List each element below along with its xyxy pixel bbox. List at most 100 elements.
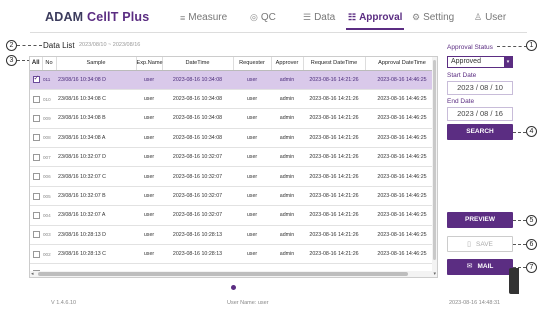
cell-requester: user bbox=[233, 166, 271, 187]
start-date-field[interactable]: 2023 / 08 / 10 bbox=[447, 81, 513, 95]
row-checkbox[interactable] bbox=[32, 250, 40, 258]
column-header-exp-name[interactable]: Exp.Name bbox=[136, 57, 163, 71]
tab-user[interactable]: ♙ User bbox=[474, 12, 506, 23]
tab-qc[interactable]: ◎ QC bbox=[250, 12, 276, 23]
save-icon: ▯ bbox=[467, 241, 471, 248]
row-checkbox-cell[interactable] bbox=[30, 108, 42, 129]
gear-icon: ⚙ bbox=[412, 12, 421, 22]
cell-requester: user bbox=[233, 205, 271, 226]
cell-no: 009 bbox=[42, 108, 56, 129]
tab-measure[interactable]: ≡ Measure bbox=[180, 12, 227, 23]
vertical-scroll-thumb[interactable] bbox=[433, 60, 436, 260]
horizontal-scroll-thumb[interactable] bbox=[38, 272, 408, 276]
select-all-header[interactable]: All bbox=[30, 57, 43, 71]
column-header-sample[interactable]: Sample bbox=[56, 57, 137, 71]
row-checkbox-cell[interactable] bbox=[30, 70, 42, 90]
vertical-scrollbar[interactable] bbox=[432, 57, 437, 277]
row-checkbox[interactable] bbox=[32, 231, 40, 239]
cell-no: 002 bbox=[42, 244, 56, 265]
row-checkbox[interactable] bbox=[32, 192, 40, 200]
cell-exp: user bbox=[136, 186, 162, 207]
tab-setting[interactable]: ⚙ Setting bbox=[412, 12, 454, 23]
cell-sample: 23/08/16 10:28:13 C bbox=[56, 244, 136, 265]
row-checkbox[interactable] bbox=[32, 173, 40, 181]
table-row[interactable]: 008 23/08/16 10:34:08 Auser 2023-08-16 10:… bbox=[30, 128, 437, 149]
cell-datetime: 2023-08-16 10:32:07 bbox=[162, 147, 233, 168]
callout-4-line bbox=[513, 132, 526, 133]
approval-status-select[interactable]: Approved ▾ bbox=[447, 56, 513, 68]
approval-icon: ☷ bbox=[348, 12, 357, 22]
scroll-down-icon[interactable]: ▾ bbox=[433, 271, 436, 277]
scroll-left-icon[interactable]: ◂ bbox=[31, 271, 34, 277]
cell-datetime: 2023-08-16 10:34:08 bbox=[162, 108, 233, 129]
row-checkbox[interactable] bbox=[32, 114, 40, 122]
cell-app-dt: 2023-08-16 14:46:25 bbox=[365, 166, 437, 187]
cell-sample: 23/08/16 10:32:07 A bbox=[56, 205, 136, 226]
cell-approver: admin bbox=[271, 147, 303, 168]
table-row[interactable]: 004 23/08/16 10:32:07 Auser 2023-08-16 10:… bbox=[30, 205, 437, 226]
table-row[interactable]: 010 23/08/16 10:34:08 Cuser 2023-08-16 10:… bbox=[30, 89, 437, 110]
tab-approval[interactable]: ☷ Approval bbox=[345, 12, 405, 30]
cell-requester: user bbox=[233, 186, 271, 207]
row-checkbox-cell[interactable] bbox=[30, 147, 42, 168]
table-row[interactable]: 007 23/08/16 10:32:07 Duser 2023-08-16 10:… bbox=[30, 147, 437, 168]
cell-req-dt: 2023-08-16 14:21:26 bbox=[303, 186, 365, 207]
footer-datetime: 2023-08-16 14:48:31 bbox=[449, 300, 501, 306]
data-list-title: Data List bbox=[43, 41, 75, 50]
save-button[interactable]: ▯ SAVE bbox=[447, 236, 513, 252]
row-checkbox-cell[interactable] bbox=[30, 186, 42, 207]
cell-requester: user bbox=[233, 225, 271, 246]
row-checkbox[interactable] bbox=[32, 211, 40, 219]
cell-approver: admin bbox=[271, 166, 303, 187]
cell-app-dt: 2023-08-16 14:46:25 bbox=[365, 205, 437, 226]
column-header-approval-datetime[interactable]: Approval DateTime bbox=[365, 57, 437, 71]
column-header-datetime[interactable]: DateTime bbox=[162, 57, 234, 71]
cell-app-dt: 2023-08-16 14:46:25 bbox=[365, 70, 437, 90]
column-header-request-datetime[interactable]: Request DateTime bbox=[303, 57, 366, 71]
row-checkbox-cell[interactable] bbox=[30, 128, 42, 149]
row-checkbox-cell[interactable] bbox=[30, 89, 42, 110]
table-row[interactable]: 005 23/08/16 10:32:07 Buser 2023-08-16 10:… bbox=[30, 186, 437, 207]
table-row[interactable]: 002 23/08/16 10:28:13 Cuser 2023-08-16 10:… bbox=[30, 244, 437, 265]
row-checkbox[interactable] bbox=[32, 153, 40, 161]
row-checkbox[interactable] bbox=[32, 134, 40, 142]
row-checkbox-cell[interactable] bbox=[30, 205, 42, 226]
chevron-down-icon[interactable]: ▾ bbox=[504, 57, 512, 67]
row-checkbox-cell[interactable] bbox=[30, 166, 42, 187]
column-header-approver[interactable]: Approver bbox=[271, 57, 304, 71]
cell-no: 003 bbox=[42, 225, 56, 246]
preview-button[interactable]: PREVIEW bbox=[447, 212, 513, 228]
row-checkbox-cell[interactable] bbox=[30, 244, 42, 265]
row-checkbox-cell[interactable] bbox=[30, 225, 42, 246]
shield-icon: ◎ bbox=[250, 12, 258, 22]
cell-sample: 23/08/16 10:32:07 D bbox=[56, 147, 136, 168]
cell-app-dt: 2023-08-16 14:46:25 bbox=[365, 108, 437, 129]
cell-sample: 23/08/16 10:32:07 C bbox=[56, 166, 136, 187]
column-header-requester[interactable]: Requester bbox=[233, 57, 272, 71]
callout-2: 2 bbox=[6, 40, 17, 51]
mail-button[interactable]: ✉ MAIL bbox=[447, 259, 513, 275]
table-row[interactable]: 003 23/08/16 10:28:13 Duser 2023-08-16 10:… bbox=[30, 225, 437, 246]
horizontal-scrollbar[interactable] bbox=[30, 271, 434, 277]
cell-no: 008 bbox=[42, 128, 56, 149]
end-date-field[interactable]: 2023 / 08 / 16 bbox=[447, 107, 513, 121]
version-text: V 1.4.6.10 bbox=[51, 300, 77, 306]
mail-icon: ✉ bbox=[466, 263, 473, 270]
cell-datetime: 2023-08-16 10:28:13 bbox=[162, 225, 233, 246]
cell-app-dt: 2023-08-16 14:46:25 bbox=[365, 89, 437, 110]
callout-3: 3 bbox=[6, 55, 17, 66]
tab-data[interactable]: ☰ Data bbox=[303, 12, 335, 23]
row-checkbox[interactable] bbox=[32, 74, 40, 84]
cell-sample: 23/08/16 10:34:08 D bbox=[56, 70, 136, 90]
search-button[interactable]: SEARCH bbox=[447, 124, 513, 140]
table-row[interactable]: 009 23/08/16 10:34:08 Buser 2023-08-16 10:… bbox=[30, 108, 437, 129]
table-row[interactable]: 006 23/08/16 10:32:07 Cuser 2023-08-16 10:… bbox=[30, 166, 437, 187]
side-drawer-handle[interactable] bbox=[509, 268, 519, 294]
callout-7: 7 bbox=[526, 262, 537, 273]
row-checkbox[interactable] bbox=[32, 95, 40, 103]
table-row[interactable]: 01123/08/16 10:34:08 Duser2023-08-16 10:… bbox=[30, 70, 437, 90]
cell-req-dt: 2023-08-16 14:21:26 bbox=[303, 128, 365, 149]
column-header-no[interactable]: No bbox=[42, 57, 57, 71]
cell-requester: user bbox=[233, 147, 271, 168]
cell-req-dt: 2023-08-16 14:21:26 bbox=[303, 108, 365, 129]
